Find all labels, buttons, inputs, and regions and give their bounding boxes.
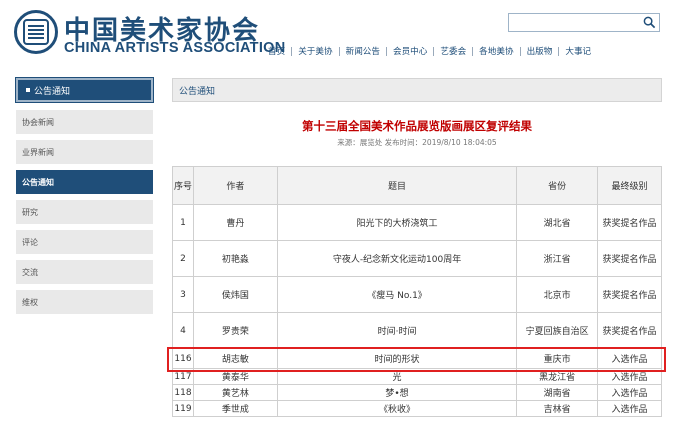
- cell-title: 时间的形状: [276, 348, 518, 369]
- table-row: 119 季世成 《秋收》 吉林省 入选作品: [172, 400, 662, 417]
- cell-author: 初艳淼: [192, 240, 278, 277]
- sidebar-item-reviews[interactable]: 评论: [16, 230, 153, 254]
- cell-number: 4: [172, 312, 194, 349]
- cell-author: 罗贵荣: [192, 312, 278, 349]
- sidebar-title: 公告通知: [15, 77, 154, 103]
- site-logo[interactable]: 中国美术家协会 CHINA ARTISTS ASSOCIATION: [14, 10, 285, 60]
- cell-title: 时间·时间: [276, 312, 518, 349]
- cell-province: 浙江省: [516, 240, 599, 277]
- cell-level: 入选作品: [597, 384, 662, 401]
- cell-number: 116: [172, 348, 194, 369]
- cell-author: 黄泰华: [192, 368, 278, 385]
- cell-author: 胡志敏: [192, 348, 278, 369]
- table-row: 118 黄艺林 梦•想 湖南省 入选作品: [172, 384, 662, 401]
- cell-province: 黑龙江省: [516, 368, 599, 385]
- cell-province: 湖南省: [516, 384, 599, 401]
- header-title: 题目: [276, 166, 518, 205]
- cell-author: 季世成: [192, 400, 278, 417]
- header-author: 作者: [192, 166, 278, 205]
- cell-level: 入选作品: [597, 348, 662, 369]
- cell-province: 重庆市: [516, 348, 599, 369]
- sidebar-item-research[interactable]: 研究: [16, 200, 153, 224]
- cell-number: 2: [172, 240, 194, 277]
- cell-title: 《秋收》: [276, 400, 518, 417]
- nav-publications[interactable]: 出版物: [521, 45, 559, 57]
- section-header: 公告通知: [172, 78, 662, 102]
- logo-emblem-icon: [14, 10, 58, 54]
- cell-title: 阳光下的大桥浇筑工: [276, 204, 518, 241]
- cell-province: 宁夏回族自治区: [516, 312, 599, 349]
- site-header: 中国美术家协会 CHINA ARTISTS ASSOCIATION 首页 关于美…: [0, 0, 700, 68]
- results-table: 序号 作者 题目 省份 最终级别 1 曹丹 阳光下的大桥浇筑工 湖北省 获奖提名作品 2 初…: [172, 166, 662, 417]
- header-number: 序号: [172, 166, 194, 205]
- nav-home[interactable]: 首页: [262, 45, 291, 57]
- cell-number: 117: [172, 368, 194, 385]
- cell-author: 侯炜国: [192, 276, 278, 313]
- nav-about[interactable]: 关于美协: [292, 45, 338, 57]
- cell-author: 黄艺林: [192, 384, 278, 401]
- header-level: 最终级别: [597, 166, 662, 205]
- sidebar: 公告通知 协会新闻 业界新闻 公告通知 研究 评论 交流 维权: [15, 77, 154, 320]
- header-province: 省份: [516, 166, 599, 205]
- cell-number: 1: [172, 204, 194, 241]
- search-input[interactable]: [509, 18, 639, 35]
- cell-number: 118: [172, 384, 194, 401]
- table-row: 117 黄泰华光黑龙江省 入选作品: [172, 368, 662, 385]
- cell-number: 3: [172, 276, 194, 313]
- table-row: 2 初艳淼 守夜人-纪念新文化运动100周年 浙江省 获奖提名作品: [172, 240, 662, 277]
- cell-province: 吉林省: [516, 400, 599, 417]
- cell-level: 获奖提名作品: [597, 312, 662, 349]
- cell-province: 湖北省: [516, 204, 599, 241]
- sidebar-item-exchange[interactable]: 交流: [16, 260, 153, 284]
- cell-level: 获奖提名作品: [597, 204, 662, 241]
- article-meta: 来源：展览处 发布时间：2019/8/10 18:04:05: [337, 138, 497, 147]
- cell-level: 获奖提名作品: [597, 276, 662, 313]
- table-row: 116 胡志敏 时间的形状 重庆市 入选作品: [172, 348, 662, 369]
- cell-level: 入选作品: [597, 368, 662, 385]
- cell-level: 获奖提名作品: [597, 240, 662, 277]
- nav-events[interactable]: 大事记: [559, 45, 597, 57]
- cell-number: 119: [172, 400, 194, 417]
- cell-level: 入选作品: [597, 400, 662, 417]
- sidebar-item-rights[interactable]: 维权: [16, 290, 153, 314]
- search-box: [508, 13, 660, 35]
- table-header-row: 序号 作者 题目 省份 最终级别: [172, 166, 662, 205]
- main-nav: 首页 关于美协 新闻公告 会员中心 艺委会 各地美协 出版物 大事记: [262, 43, 597, 59]
- sidebar-item-industry-news[interactable]: 业界新闻: [16, 140, 153, 164]
- search-icon[interactable]: [643, 16, 656, 29]
- article-title: 第十三届全国美术作品展览版画展区复评结果: [302, 119, 532, 133]
- nav-local-associations[interactable]: 各地美协: [473, 45, 519, 57]
- table-row: 1 曹丹 阳光下的大桥浇筑工 湖北省 获奖提名作品: [172, 204, 662, 241]
- cell-title: 《瘦马 No.1》: [276, 276, 518, 313]
- nav-news[interactable]: 新闻公告: [340, 45, 386, 57]
- table-row: 4 罗贵荣 时间·时间 宁夏回族自治区 获奖提名作品: [172, 312, 662, 349]
- nav-committee[interactable]: 艺委会: [434, 45, 472, 57]
- cell-province: 北京市: [516, 276, 599, 313]
- nav-members[interactable]: 会员中心: [387, 45, 433, 57]
- bullet-icon: [26, 88, 30, 92]
- sidebar-item-announcements[interactable]: 公告通知: [16, 170, 153, 194]
- cell-title: 光: [276, 368, 518, 385]
- sidebar-item-association-news[interactable]: 协会新闻: [16, 110, 153, 134]
- logo-english-name: CHINA ARTISTS ASSOCIATION: [64, 40, 286, 56]
- cell-title: 梦•想: [276, 384, 518, 401]
- cell-author: 曹丹: [192, 204, 278, 241]
- table-row: 3 侯炜国 《瘦马 No.1》 北京市 获奖提名作品: [172, 276, 662, 313]
- cell-title: 守夜人-纪念新文化运动100周年: [276, 240, 518, 277]
